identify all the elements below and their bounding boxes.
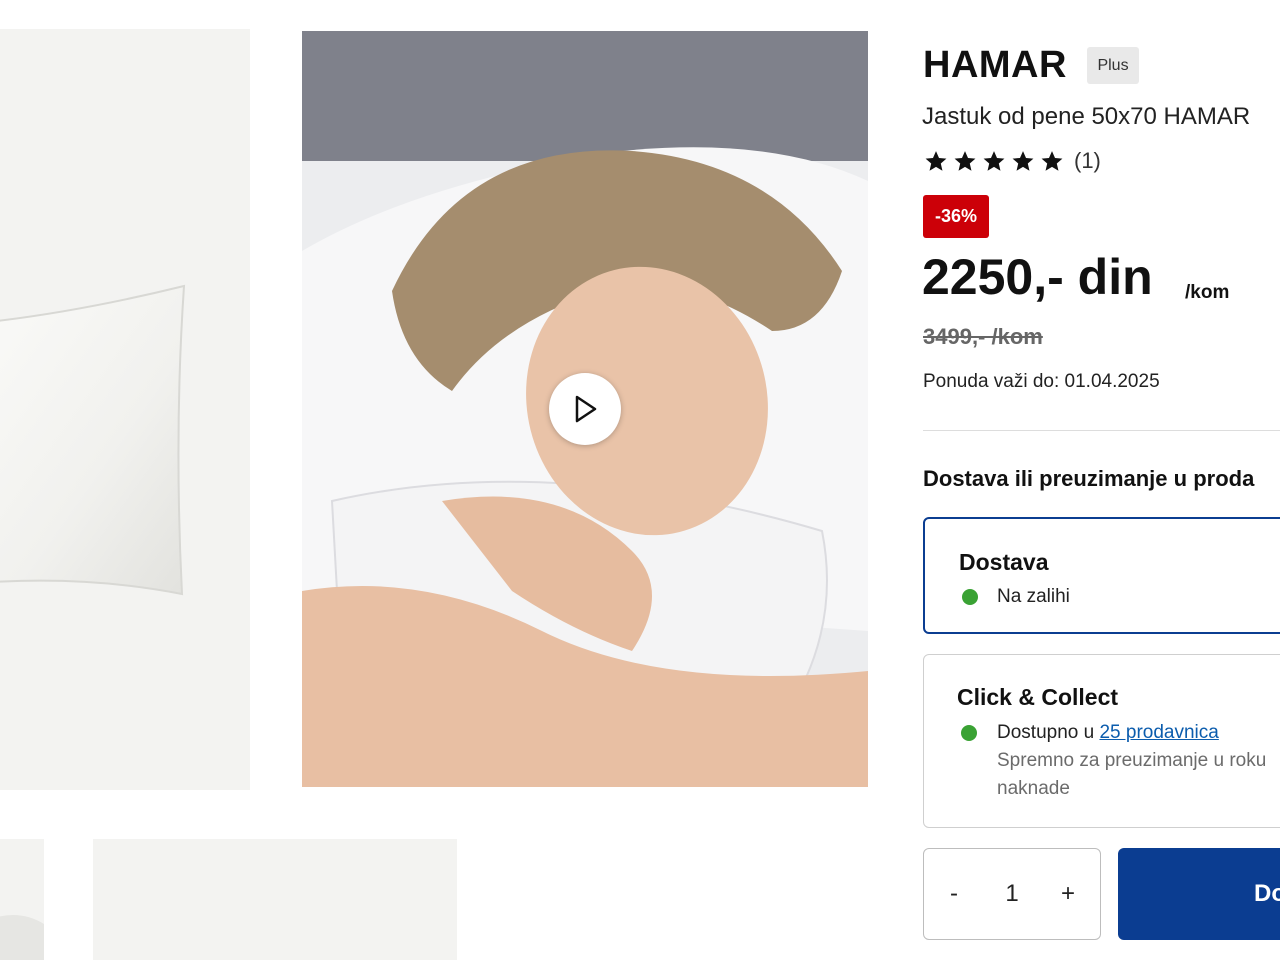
available-dot-icon (961, 725, 977, 741)
old-price: 3499,- /kom (923, 324, 1043, 349)
offer-valid-date: Ponuda važi do: 01.04.2025 (923, 371, 1160, 392)
play-video-button[interactable] (549, 373, 621, 445)
current-price: 2250,- din (922, 249, 1153, 305)
click-collect-card[interactable]: Click & Collect Dostupno u 25 prodavnica… (923, 654, 1280, 828)
stores-link[interactable]: 25 prodavnica (1099, 722, 1218, 743)
product-image-main[interactable] (0, 29, 250, 790)
divider (923, 430, 1280, 431)
star-icon (1041, 150, 1063, 171)
availability-line: Dostupno u 25 prodavnica (997, 722, 1219, 744)
increase-quantity-button[interactable]: + (1040, 849, 1096, 939)
star-icon (954, 150, 976, 171)
product-image-lifestyle[interactable] (302, 31, 868, 787)
star-rating (923, 149, 1065, 174)
quantity-stepper: - 1 + (923, 848, 1101, 940)
click-collect-title: Click & Collect (957, 684, 1119, 710)
ready-text-line2: naknade (997, 778, 1070, 799)
plus-badge: Plus (1087, 47, 1139, 84)
discount-badge: -36% (923, 195, 989, 238)
pillow-thumbnail (0, 915, 44, 960)
star-icon (1012, 150, 1034, 171)
star-icon (983, 150, 1005, 171)
play-icon (575, 395, 597, 423)
thumbnail-image[interactable] (93, 839, 457, 960)
quantity-input[interactable]: 1 (984, 849, 1040, 939)
review-count[interactable]: (1) (1074, 148, 1101, 174)
decrease-quantity-button[interactable]: - (926, 849, 982, 939)
available-prefix: Dostupno u (997, 722, 1095, 743)
delivery-title: Dostava (959, 549, 1049, 575)
product-subtitle: Jastuk od pene 50x70 HAMAR (922, 103, 1251, 130)
delivery-status: Na zalihi (997, 586, 1070, 607)
thumbnail-image[interactable] (0, 839, 44, 960)
pillow-image (0, 284, 186, 596)
rating[interactable]: (1) (923, 148, 1101, 174)
price-unit: /kom (1185, 282, 1230, 303)
product-brand: HAMAR (923, 44, 1067, 86)
ready-text-line1: Spremno za preuzimanje u roku (997, 750, 1267, 771)
add-to-cart-button[interactable]: Do (1118, 848, 1280, 940)
in-stock-dot-icon (962, 589, 978, 605)
star-icon (925, 150, 947, 171)
delivery-heading: Dostava ili preuzimanje u proda (923, 466, 1255, 491)
delivery-option-card[interactable]: Dostava Na zalihi (923, 517, 1280, 634)
